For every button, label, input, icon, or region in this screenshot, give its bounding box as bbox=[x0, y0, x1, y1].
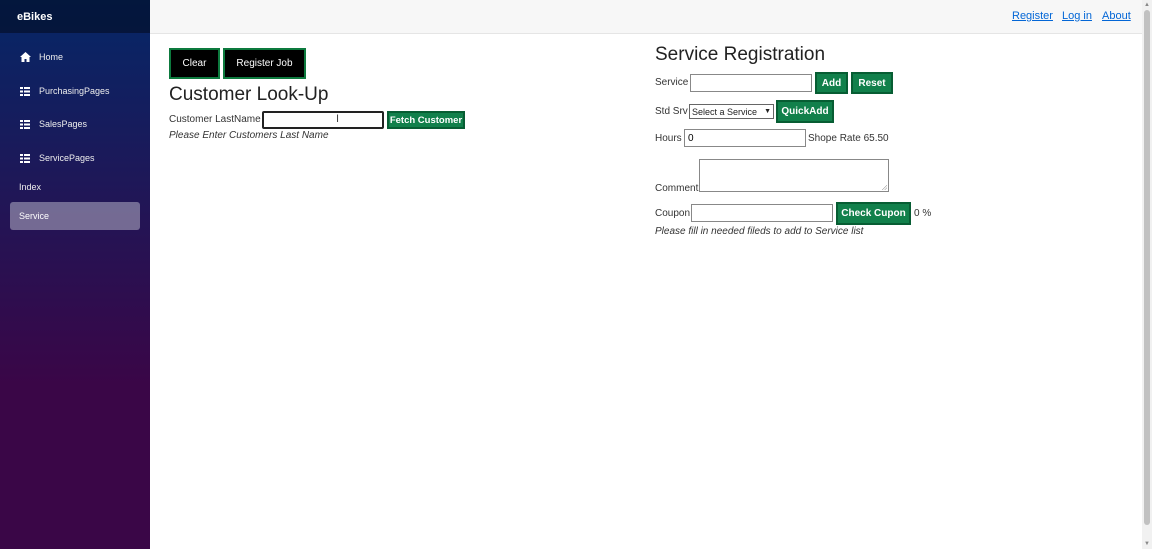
std-srv-label: Std Srv bbox=[655, 106, 688, 117]
nav-label-sales: SalesPages bbox=[39, 119, 88, 129]
lastname-hint: Please Enter Customers Last Name bbox=[169, 130, 329, 141]
service-hint: Please fill in needed fileds to add to S… bbox=[655, 226, 864, 237]
reset-button[interactable]: Reset bbox=[851, 72, 893, 94]
list-icon bbox=[19, 152, 31, 164]
hours-label: Hours bbox=[655, 133, 682, 144]
nav-label-purchasing: PurchasingPages bbox=[39, 86, 110, 96]
clear-button[interactable]: Clear bbox=[169, 48, 220, 79]
about-link[interactable]: About bbox=[1102, 10, 1131, 22]
nav-label-service: Service bbox=[19, 211, 50, 221]
customer-lookup-title: Customer Look-Up bbox=[169, 84, 329, 105]
nav-item-service-pages[interactable]: ServicePages bbox=[10, 144, 140, 172]
scroll-down-arrow-icon[interactable]: ▼ bbox=[1144, 541, 1150, 547]
add-button[interactable]: Add bbox=[815, 72, 848, 94]
service-registration-title: Service Registration bbox=[655, 44, 826, 65]
nav-item-index[interactable]: Index bbox=[10, 173, 140, 201]
list-icon bbox=[19, 118, 31, 130]
resize-grip-icon[interactable] bbox=[882, 185, 887, 190]
nav-label-service-pages: ServicePages bbox=[39, 153, 95, 163]
brand-bar: eBikes bbox=[0, 0, 150, 33]
scroll-thumb[interactable] bbox=[1144, 10, 1150, 525]
std-service-select[interactable]: Select a Service ▼ bbox=[689, 104, 774, 119]
coupon-input[interactable] bbox=[691, 204, 833, 222]
service-label: Service bbox=[655, 77, 689, 88]
lastname-input[interactable] bbox=[262, 111, 384, 129]
coupon-label: Coupon bbox=[655, 208, 691, 219]
register-job-button[interactable]: Register Job bbox=[223, 48, 306, 79]
brand-link[interactable]: eBikes bbox=[17, 11, 52, 23]
shop-rate-text: Shope Rate 65.50 bbox=[808, 133, 889, 144]
quickadd-button[interactable]: QuickAdd bbox=[776, 100, 834, 123]
hours-input[interactable] bbox=[684, 129, 806, 147]
comment-label: Comment bbox=[655, 183, 699, 194]
nav-item-home[interactable]: Home bbox=[10, 43, 140, 71]
nav-item-service[interactable]: Service bbox=[10, 202, 140, 230]
lastname-label: Customer LastName bbox=[169, 114, 261, 125]
nav-item-purchasing[interactable]: PurchasingPages bbox=[10, 77, 140, 105]
coupon-percent: 0 % bbox=[914, 208, 932, 219]
nav-label-home: Home bbox=[39, 52, 64, 62]
list-icon bbox=[19, 85, 31, 97]
nav-item-sales[interactable]: SalesPages bbox=[10, 110, 140, 138]
check-coupon-button[interactable]: Check Cupon bbox=[836, 202, 911, 225]
text-cursor-icon: I bbox=[336, 113, 340, 125]
top-bar: Register Log in About bbox=[150, 0, 1142, 34]
chevron-down-icon: ▼ bbox=[764, 108, 771, 115]
login-link[interactable]: Log in bbox=[1062, 10, 1092, 22]
comment-textarea[interactable] bbox=[699, 159, 889, 192]
nav-label-index: Index bbox=[19, 182, 42, 192]
std-service-selected: Select a Service bbox=[692, 106, 758, 117]
sidebar: eBikes Home PurchasingPages SalesPages S… bbox=[0, 0, 150, 549]
service-input[interactable] bbox=[690, 74, 812, 92]
register-link[interactable]: Register bbox=[1012, 10, 1053, 22]
fetch-customer-button[interactable]: Fetch Customer bbox=[387, 111, 465, 129]
scroll-up-arrow-icon[interactable]: ▲ bbox=[1144, 2, 1150, 8]
home-icon bbox=[19, 51, 31, 63]
page-scrollbar[interactable]: ▲ ▼ bbox=[1142, 0, 1152, 549]
